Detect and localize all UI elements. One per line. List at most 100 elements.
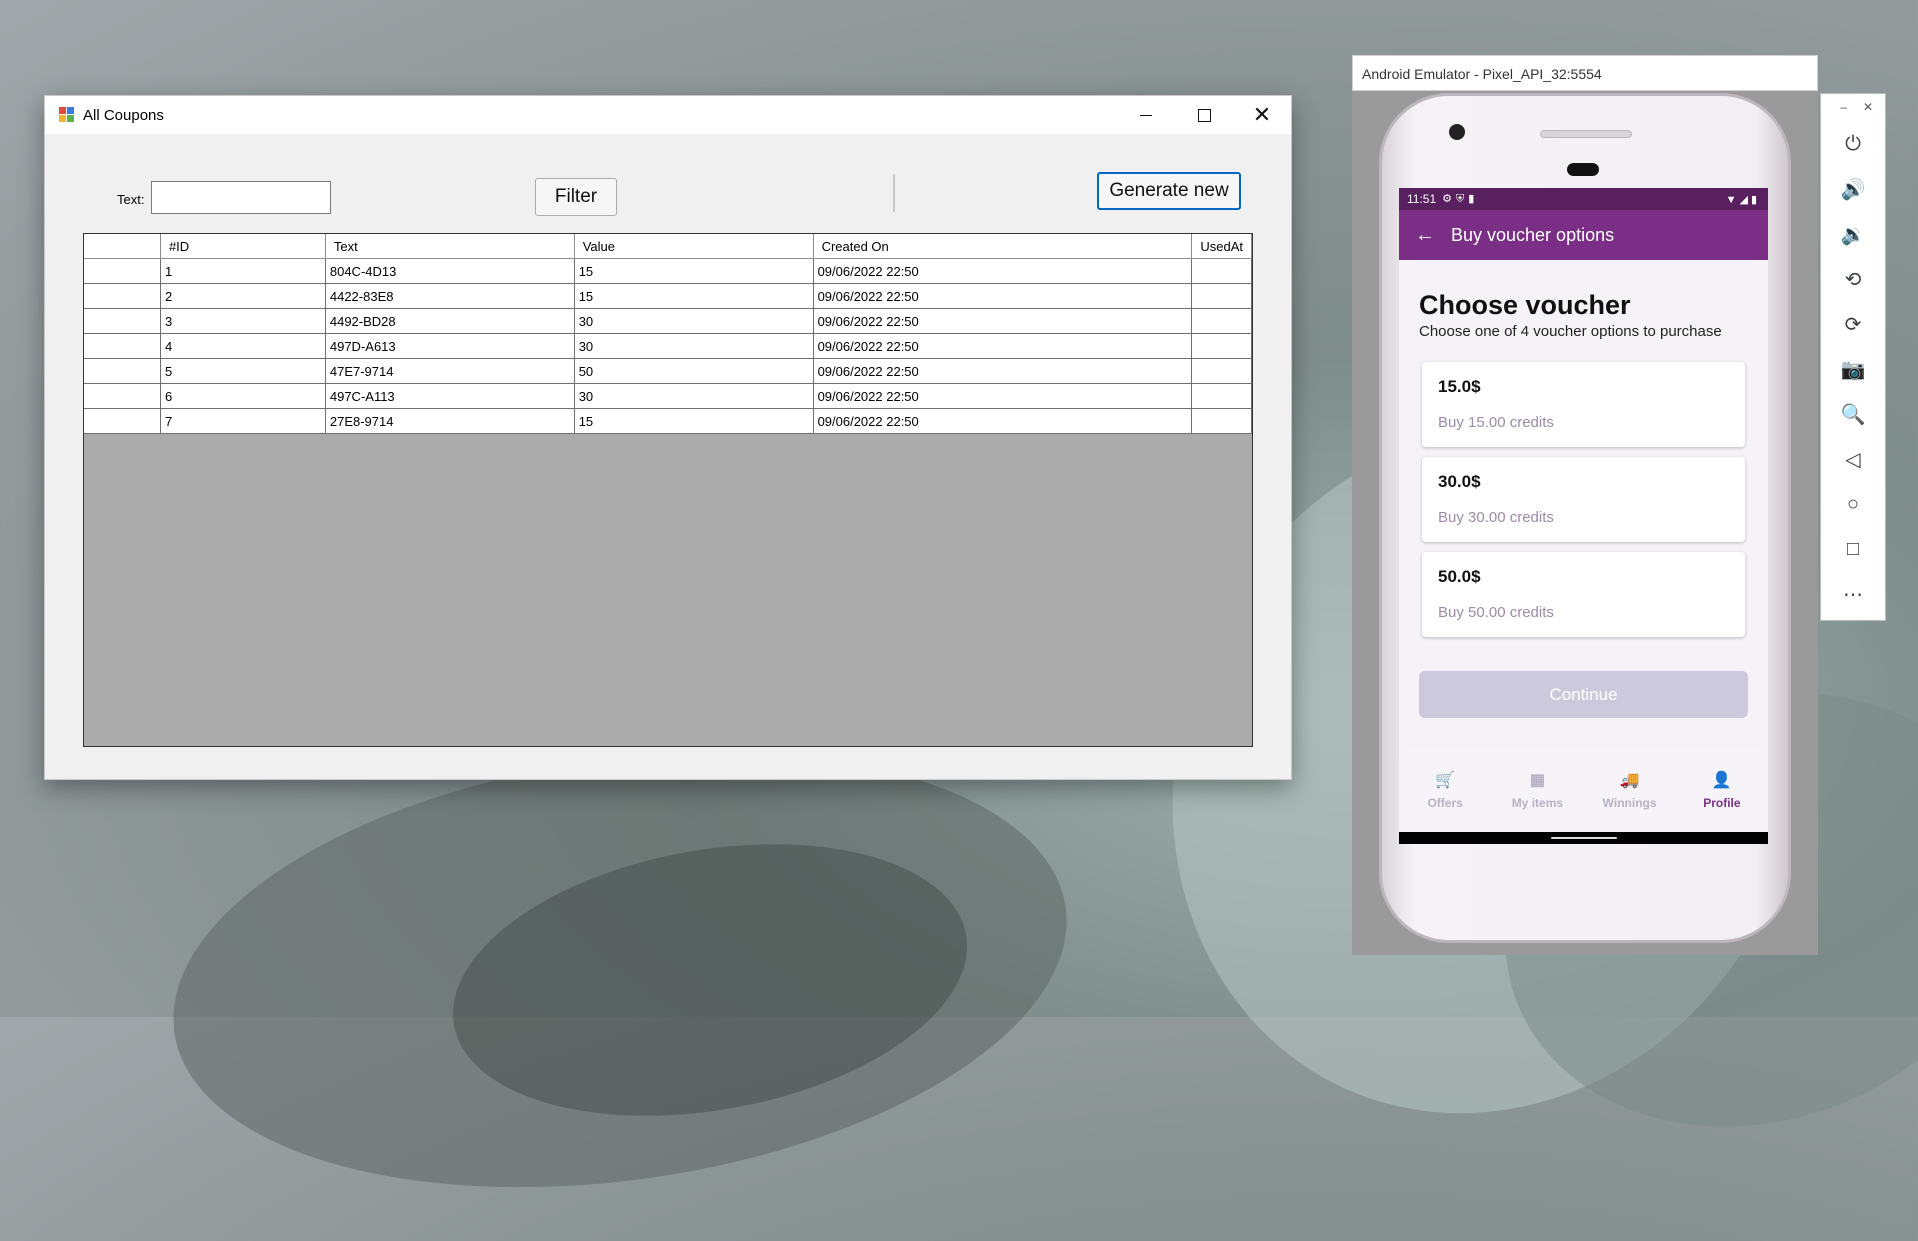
- cell-used-at[interactable]: [1191, 258, 1252, 284]
- panel-minimize-icon[interactable]: –: [1840, 100, 1847, 122]
- cell-value[interactable]: 50: [573, 358, 814, 384]
- cell-text[interactable]: 27E8-9714: [324, 408, 575, 434]
- cell-text[interactable]: 804C-4D13: [324, 258, 575, 284]
- cell-used-at[interactable]: [1191, 358, 1252, 384]
- close-icon: ✕: [1252, 102, 1272, 127]
- table-row[interactable]: 4 497D-A613 30 09/06/2022 22:50: [84, 333, 1252, 359]
- cell-text[interactable]: 4492-BD28: [324, 308, 575, 334]
- text-filter-input[interactable]: [151, 181, 331, 214]
- row-header[interactable]: [84, 283, 161, 309]
- maximize-button[interactable]: [1175, 96, 1233, 134]
- nav-winnings[interactable]: 🚚 Winnings: [1584, 748, 1676, 832]
- overview-icon[interactable]: □: [1821, 527, 1885, 572]
- back-icon[interactable]: ◁: [1821, 437, 1885, 482]
- column-header-text[interactable]: Text: [324, 234, 575, 259]
- cell-used-at[interactable]: [1191, 308, 1252, 334]
- proximity-sensor: [1567, 163, 1599, 176]
- voucher-subtitle: Buy 50.00 credits: [1438, 604, 1554, 621]
- cell-value[interactable]: 30: [573, 383, 814, 409]
- cell-value[interactable]: 15: [573, 283, 814, 309]
- column-header-id[interactable]: #ID: [159, 234, 326, 259]
- row-header[interactable]: [84, 333, 161, 359]
- table-row[interactable]: 7 27E8-9714 15 09/06/2022 22:50: [84, 408, 1252, 434]
- status-system-icons: ▼◢▮: [1725, 193, 1760, 206]
- cell-used-at[interactable]: [1191, 333, 1252, 359]
- nav-label: Profile: [1703, 796, 1741, 810]
- volume-down-icon[interactable]: 🔉: [1821, 212, 1885, 257]
- rotate-left-icon[interactable]: ⟲: [1821, 257, 1885, 302]
- minimize-icon: [1140, 114, 1152, 116]
- continue-button[interactable]: Continue: [1419, 671, 1748, 718]
- row-header[interactable]: [84, 258, 161, 284]
- close-button[interactable]: ✕: [1233, 96, 1291, 134]
- nav-profile[interactable]: 👤 Profile: [1676, 748, 1768, 832]
- generate-new-button[interactable]: Generate new: [1097, 172, 1241, 210]
- cell-value[interactable]: 15: [573, 408, 814, 434]
- row-header[interactable]: [84, 408, 161, 434]
- zoom-icon[interactable]: 🔍: [1821, 392, 1885, 437]
- cell-created-on[interactable]: 09/06/2022 22:50: [812, 383, 1193, 409]
- voucher-card-50[interactable]: 50.0$ Buy 50.00 credits: [1422, 552, 1745, 637]
- cell-id[interactable]: 7: [159, 408, 326, 434]
- emulator-title[interactable]: Android Emulator - Pixel_API_32:5554: [1352, 55, 1818, 91]
- panel-close-icon[interactable]: ✕: [1863, 100, 1873, 122]
- home-handle[interactable]: [1551, 837, 1617, 839]
- bottom-navigation: 🛒 Offers ▦ My items 🚚 Winnings 👤 Profile: [1399, 748, 1768, 832]
- cell-value[interactable]: 30: [573, 308, 814, 334]
- home-icon[interactable]: ○: [1821, 482, 1885, 527]
- cell-id[interactable]: 6: [159, 383, 326, 409]
- nav-offers[interactable]: 🛒 Offers: [1399, 748, 1491, 832]
- row-header[interactable]: [84, 358, 161, 384]
- coupons-grid[interactable]: #ID Text Value Created On UsedAt 1 804C-…: [83, 233, 1253, 747]
- cell-used-at[interactable]: [1191, 283, 1252, 309]
- cell-id[interactable]: 1: [159, 258, 326, 284]
- voucher-card-15[interactable]: 15.0$ Buy 15.00 credits: [1422, 362, 1745, 447]
- cell-created-on[interactable]: 09/06/2022 22:50: [812, 408, 1193, 434]
- coupons-table: #ID Text Value Created On UsedAt 1 804C-…: [84, 234, 1252, 434]
- maximize-icon: [1197, 108, 1211, 122]
- minimize-button[interactable]: [1117, 96, 1175, 134]
- table-row[interactable]: 2 4422-83E8 15 09/06/2022 22:50: [84, 283, 1252, 309]
- cell-value[interactable]: 15: [573, 258, 814, 284]
- cell-id[interactable]: 2: [159, 283, 326, 309]
- row-header-corner: [84, 234, 161, 259]
- cell-text[interactable]: 4422-83E8: [324, 283, 575, 309]
- camera-icon[interactable]: 📷: [1821, 347, 1885, 392]
- voucher-title: 50.0$: [1438, 567, 1481, 586]
- cell-id[interactable]: 4: [159, 333, 326, 359]
- cell-id[interactable]: 3: [159, 308, 326, 334]
- cell-created-on[interactable]: 09/06/2022 22:50: [812, 308, 1193, 334]
- cell-created-on[interactable]: 09/06/2022 22:50: [812, 258, 1193, 284]
- cell-text[interactable]: 47E7-9714: [324, 358, 575, 384]
- volume-up-icon[interactable]: 🔊: [1821, 167, 1885, 212]
- table-row[interactable]: 5 47E7-9714 50 09/06/2022 22:50: [84, 358, 1252, 384]
- row-header[interactable]: [84, 308, 161, 334]
- voucher-card-30[interactable]: 30.0$ Buy 30.00 credits: [1422, 457, 1745, 542]
- filter-button[interactable]: Filter: [535, 178, 617, 216]
- cell-text[interactable]: 497C-A113: [324, 383, 575, 409]
- status-notification-icons: ⚙⛨▮: [1442, 193, 1479, 205]
- cell-used-at[interactable]: [1191, 408, 1252, 434]
- cell-created-on[interactable]: 09/06/2022 22:50: [812, 283, 1193, 309]
- column-header-created-on[interactable]: Created On: [812, 234, 1193, 259]
- table-row[interactable]: 1 804C-4D13 15 09/06/2022 22:50: [84, 258, 1252, 284]
- nav-my-items[interactable]: ▦ My items: [1491, 748, 1583, 832]
- more-icon[interactable]: ⋯: [1821, 572, 1885, 617]
- cell-text[interactable]: 497D-A613: [324, 333, 575, 359]
- row-header[interactable]: [84, 383, 161, 409]
- cell-used-at[interactable]: [1191, 383, 1252, 409]
- cell-created-on[interactable]: 09/06/2022 22:50: [812, 333, 1193, 359]
- column-header-used-at[interactable]: UsedAt: [1191, 234, 1252, 259]
- column-header-value[interactable]: Value: [573, 234, 814, 259]
- nav-label: Offers: [1427, 796, 1463, 810]
- rotate-right-icon[interactable]: ⟳: [1821, 302, 1885, 347]
- window-titlebar[interactable]: All Coupons ✕: [45, 96, 1291, 134]
- back-arrow-icon[interactable]: ←: [1399, 224, 1451, 247]
- table-row[interactable]: 6 497C-A113 30 09/06/2022 22:50: [84, 383, 1252, 409]
- table-row[interactable]: 3 4492-BD28 30 09/06/2022 22:50: [84, 308, 1252, 334]
- power-icon[interactable]: ⏻: [1821, 122, 1885, 167]
- cell-created-on[interactable]: 09/06/2022 22:50: [812, 358, 1193, 384]
- cell-id[interactable]: 5: [159, 358, 326, 384]
- cell-value[interactable]: 30: [573, 333, 814, 359]
- gesture-navbar: [1399, 832, 1768, 844]
